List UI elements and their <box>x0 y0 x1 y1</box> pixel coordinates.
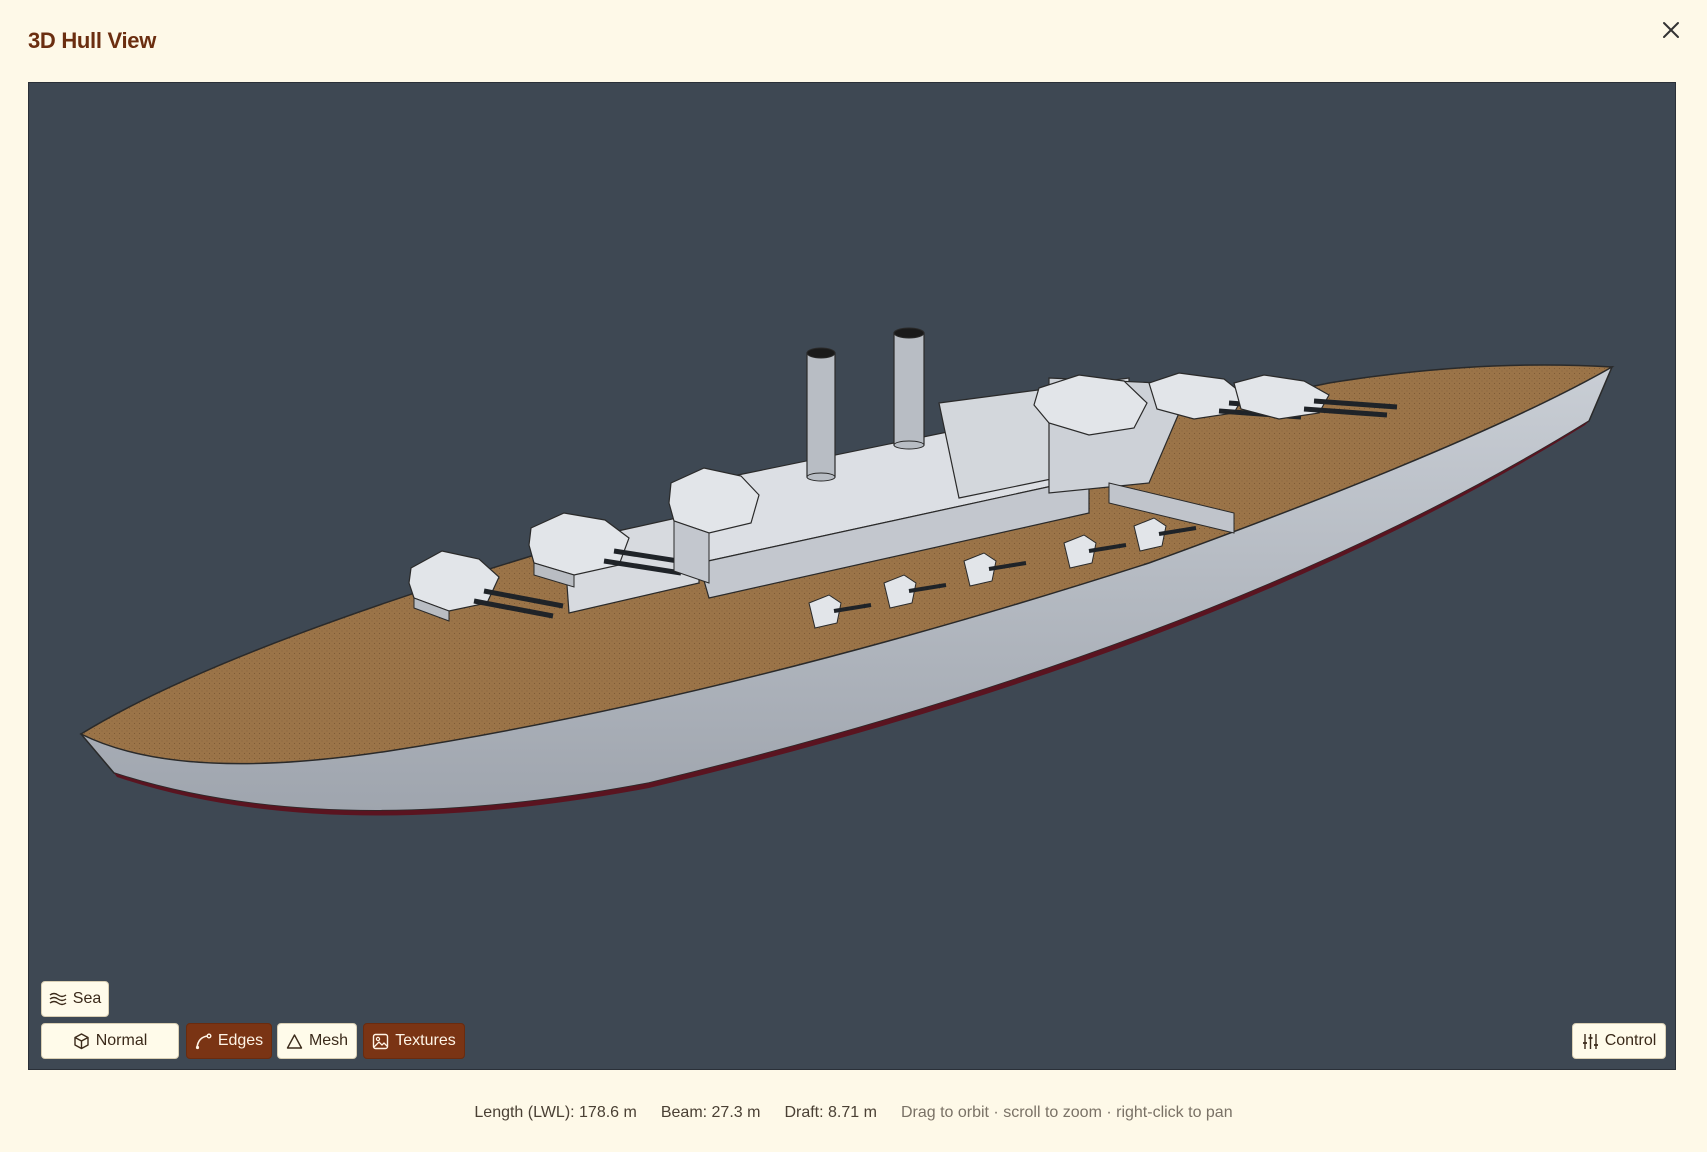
image-icon <box>373 1033 389 1049</box>
close-button[interactable] <box>1655 14 1687 46</box>
draft-stat: Draft: 8.71 m <box>784 1104 877 1121</box>
navigation-hint: Drag to orbit · scroll to zoom · right-c… <box>900 1104 1233 1121</box>
mesh-label: Mesh <box>308 1032 349 1049</box>
length-stat: Length (LWL): 178.6 m <box>474 1104 637 1121</box>
edges-label: Edges <box>217 1032 264 1049</box>
textures-toggle-button[interactable]: Textures <box>363 1023 465 1059</box>
edges-toggle-button[interactable]: Edges <box>186 1023 272 1059</box>
normal-view-button[interactable]: Normal <box>41 1023 179 1059</box>
ship-model[interactable] <box>29 83 1676 1070</box>
normal-label: Normal <box>95 1032 148 1049</box>
beam-stat: Beam: 27.3 m <box>660 1104 761 1121</box>
waves-icon <box>49 992 67 1006</box>
edge-curve-icon <box>195 1033 212 1049</box>
sea-label: Sea <box>72 990 102 1007</box>
sea-toggle-button[interactable]: Sea <box>41 981 109 1017</box>
dialog-title: 3D Hull View <box>28 28 157 53</box>
funnel-aft <box>893 327 925 450</box>
close-icon <box>1663 22 1679 38</box>
sliders-icon <box>1582 1033 1598 1049</box>
control-label: Control <box>1604 1032 1657 1049</box>
control-panel-button[interactable]: Control <box>1572 1023 1666 1059</box>
funnel-forward <box>806 347 836 482</box>
triangle-icon <box>286 1033 303 1049</box>
hull-3d-viewport[interactable]: Sea Normal Edges Mesh Textures Control <box>28 82 1676 1070</box>
cube-icon <box>74 1032 89 1049</box>
mesh-toggle-button[interactable]: Mesh <box>277 1023 357 1059</box>
hull-stats-bar: Length (LWL): 178.6 m Beam: 27.3 m Draft… <box>0 1104 1707 1122</box>
textures-label: Textures <box>395 1032 456 1049</box>
